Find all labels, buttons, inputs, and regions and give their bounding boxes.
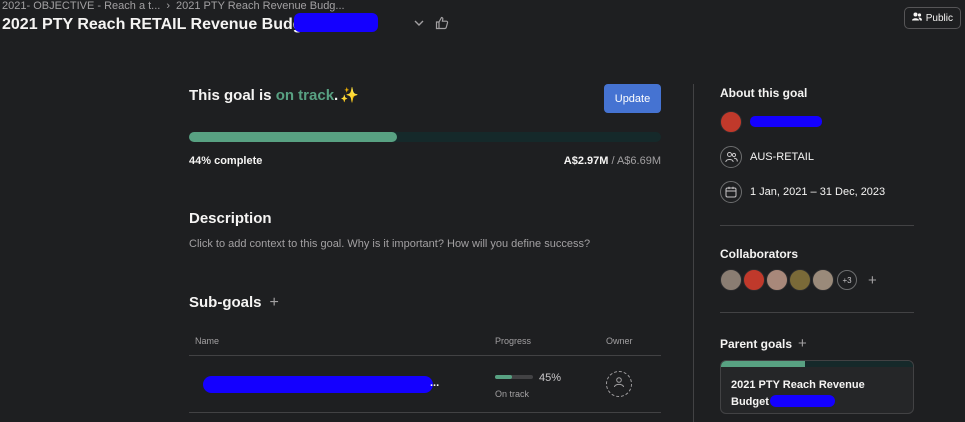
- team-label: AUS-RETAIL: [750, 151, 814, 163]
- subgoals-header: Sub-goals +: [189, 294, 279, 311]
- parent-goals-header: Parent goals +: [720, 336, 807, 351]
- page-title-row: 2021 PTY Reach RETAIL Revenue Budget: [2, 14, 449, 36]
- status-value: on track: [275, 87, 335, 104]
- amount-separator: /: [608, 155, 617, 167]
- assign-owner-button[interactable]: [606, 371, 632, 397]
- goal-owner-row[interactable]: [720, 111, 742, 133]
- update-button[interactable]: Update: [604, 84, 661, 113]
- column-header-progress: Progress: [495, 336, 532, 346]
- add-subgoal-icon[interactable]: +: [270, 294, 279, 311]
- date-range-row[interactable]: 1 Jan, 2021 – 31 Dec, 2023: [720, 181, 885, 203]
- chevron-down-icon[interactable]: [413, 16, 425, 34]
- avatar[interactable]: [766, 269, 788, 291]
- goal-progress-bar: [189, 132, 661, 142]
- team-row[interactable]: AUS-RETAIL: [720, 146, 814, 168]
- goal-status-text: This goal is on track. ✨: [189, 86, 359, 104]
- public-button[interactable]: Public: [903, 7, 961, 29]
- subgoal-name-ellipsis[interactable]: ...: [430, 377, 439, 389]
- subgoal-progress-fill: [495, 375, 513, 379]
- redacted-subgoal-name: [203, 376, 433, 393]
- subgoals-heading: Sub-goals: [189, 294, 262, 311]
- more-collaborators-count[interactable]: +3: [837, 270, 857, 290]
- person-icon: [613, 375, 625, 393]
- redacted-parent-goal-part: [770, 395, 835, 407]
- redacted-title-part: [294, 13, 378, 32]
- description-input[interactable]: Click to add context to this goal. Why i…: [189, 238, 590, 250]
- parent-goal-progress-bar: [721, 361, 913, 367]
- table-divider: [189, 412, 661, 413]
- breadcrumb-item-objective[interactable]: 2021- OBJECTIVE - Reach a t...: [2, 0, 160, 12]
- collaborators-list: +3 +: [720, 269, 877, 291]
- target-amount: A$6.69M: [616, 155, 661, 167]
- redacted-owner-name: [750, 116, 822, 127]
- subgoal-status: On track: [495, 389, 530, 399]
- goal-progress-fill: [189, 132, 397, 142]
- current-amount: A$2.97M: [563, 155, 609, 167]
- table-divider: [189, 355, 661, 356]
- section-divider: [720, 225, 914, 226]
- about-heading: About this goal: [720, 86, 808, 100]
- status-prefix: This goal is: [189, 87, 276, 104]
- avatar[interactable]: [812, 269, 834, 291]
- status-suffix: .: [334, 87, 339, 104]
- collaborators-heading: Collaborators: [720, 247, 799, 261]
- breadcrumb-item-parent-goal[interactable]: 2021 PTY Reach Revenue Budg...: [176, 0, 345, 12]
- add-parent-goal-icon[interactable]: +: [798, 336, 807, 351]
- page-title[interactable]: 2021 PTY Reach RETAIL Revenue Budget: [2, 16, 317, 34]
- people-icon: [911, 12, 922, 24]
- sidebar-divider: [693, 84, 694, 422]
- section-divider: [720, 312, 914, 313]
- avatar: [720, 111, 742, 133]
- avatar[interactable]: [743, 269, 765, 291]
- subgoal-progress-bar: [495, 375, 533, 379]
- description-heading: Description: [189, 210, 272, 227]
- team-icon: [720, 146, 742, 168]
- add-collaborator-icon[interactable]: +: [868, 273, 877, 288]
- thumbs-up-icon[interactable]: [435, 16, 449, 35]
- sparkle-icon: ✨: [340, 87, 359, 104]
- percent-complete: 44% complete: [189, 155, 263, 167]
- date-range-label: 1 Jan, 2021 – 31 Dec, 2023: [750, 186, 886, 198]
- column-header-name: Name: [195, 336, 220, 346]
- avatar[interactable]: [789, 269, 811, 291]
- breadcrumb: 2021- OBJECTIVE - Reach a t... › 2021 PTY …: [2, 0, 345, 12]
- chevron-right-icon: ›: [166, 0, 171, 12]
- calendar-icon: [720, 181, 742, 203]
- goal-amount: A$2.97M / A$6.69M: [564, 155, 661, 167]
- public-label: Public: [925, 12, 953, 24]
- parent-goals-heading: Parent goals: [720, 336, 793, 351]
- column-header-owner: Owner: [606, 336, 633, 346]
- subgoal-progress-percent: 45%: [539, 372, 562, 384]
- avatar[interactable]: [720, 269, 742, 291]
- parent-goal-progress-fill: [721, 361, 806, 367]
